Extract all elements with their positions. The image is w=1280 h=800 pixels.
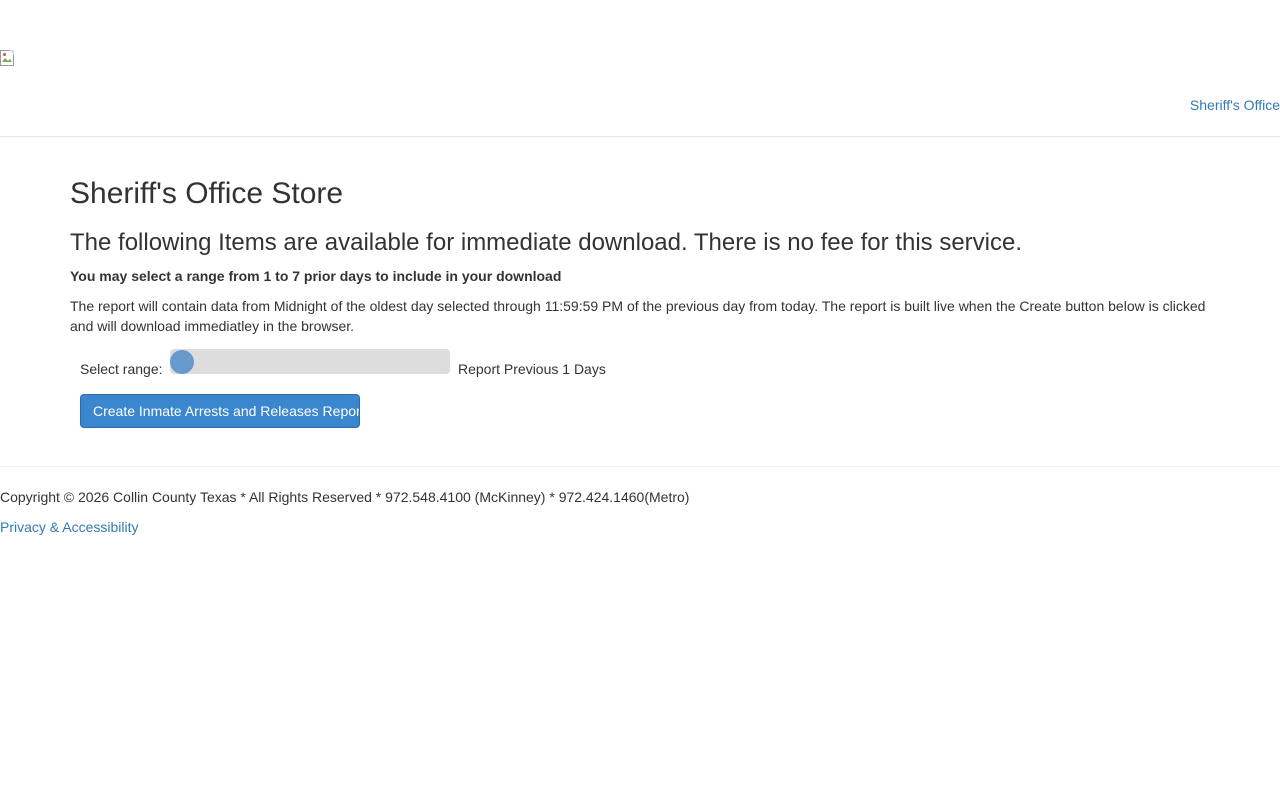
range-value-text: Report Previous 1 Days xyxy=(458,361,606,377)
range-slider-handle[interactable] xyxy=(170,350,194,374)
report-description: The report will contain data from Midnig… xyxy=(70,298,1206,334)
range-slider-track[interactable] xyxy=(170,349,450,374)
site-header: Sheriff's Office xyxy=(0,0,1280,137)
main-content: Sheriff's Office Store The following Ite… xyxy=(0,137,1280,467)
privacy-accessibility-link[interactable]: Privacy & Accessibility xyxy=(0,519,138,535)
range-note: You may select a range from 1 to 7 prior… xyxy=(70,268,562,284)
broken-image-icon xyxy=(0,50,14,66)
nav-link-sheriffs-office[interactable]: Sheriff's Office xyxy=(1190,97,1280,113)
site-footer: Copyright © 2026 Collin County Texas * A… xyxy=(0,467,1280,800)
page-title: Sheriff's Office Store xyxy=(70,177,344,210)
create-report-button[interactable]: Create Inmate Arrests and Releases Repor… xyxy=(80,394,360,428)
range-label: Select range: xyxy=(80,361,163,377)
page-subtitle: The following Items are available for im… xyxy=(70,229,1023,256)
copyright-text: Copyright © 2026 Collin County Texas * A… xyxy=(0,489,690,505)
